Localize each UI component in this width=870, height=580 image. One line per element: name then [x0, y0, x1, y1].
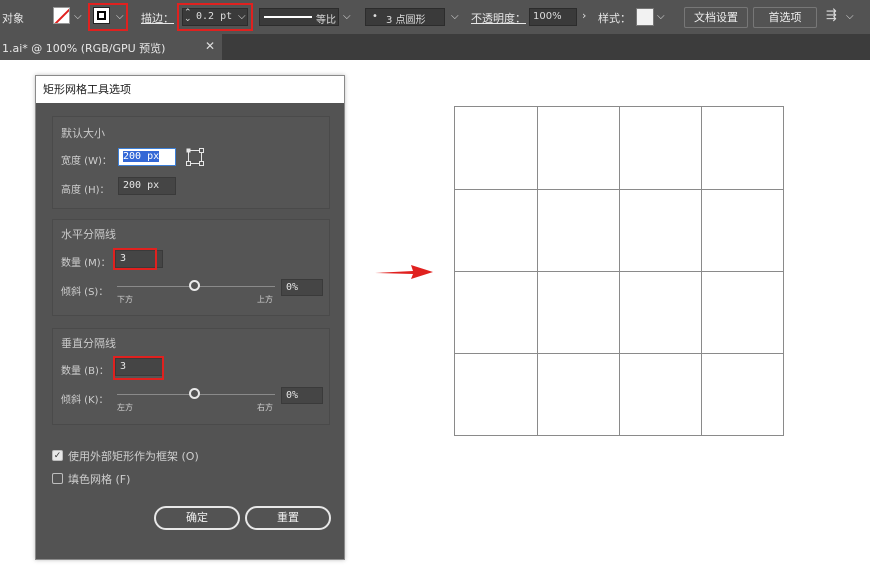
none-fill-icon [54, 8, 69, 23]
stroke-swatch[interactable] [93, 7, 110, 24]
horizontal-skew-field[interactable]: 0% [281, 279, 323, 296]
document-setup-button[interactable]: 文档设置 [684, 7, 748, 28]
stroke-weight-value: 0.2 pt [196, 11, 233, 22]
vertical-skew-field[interactable]: 0% [281, 387, 323, 404]
width-label: 宽度 (W)： [61, 156, 112, 167]
style-label: 样式： [598, 12, 631, 25]
vertical-skew-label: 倾斜 (K)： [61, 395, 109, 406]
horizontal-number-highlight-box [113, 248, 157, 270]
height-value: 200 px [123, 180, 160, 191]
stroke-chevron-down-icon[interactable]: ⌵ [116, 11, 124, 22]
document-tab-title: 1.ai* @ 100% (RGB/GPU 预览) [2, 42, 166, 55]
width-profile-dropdown[interactable]: 等比 [259, 8, 339, 26]
stroke-label[interactable]: 描边： [141, 10, 174, 26]
dialog-title: 矩形网格工具选项 [36, 76, 344, 103]
default-size-section-label: 默认大小 [61, 127, 105, 140]
brush-dropdown[interactable]: • 3 点圆形 [365, 8, 445, 26]
horizontal-number-label: 数量 (M)： [61, 258, 111, 269]
fill-grid-checkbox[interactable] [52, 473, 63, 484]
horizontal-skew-max-label: 上方 [257, 295, 273, 304]
opacity-label[interactable]: 不透明度： [471, 10, 526, 26]
fill-chevron-down-icon[interactable]: ⌵ [74, 11, 82, 22]
height-label: 高度 (H)： [61, 185, 110, 196]
vertical-number-highlight-box [113, 356, 164, 380]
rectangular-grid-artwork[interactable] [454, 106, 784, 436]
use-outside-rect-label[interactable]: 使用外部矩形作为框架 (O) [68, 448, 199, 464]
opacity-field[interactable]: 100% [529, 8, 577, 26]
width-value: 200 px [123, 151, 160, 162]
brush-chevron-down-icon[interactable]: ⌵ [451, 11, 459, 22]
checkmark-icon: ✓ [53, 451, 62, 461]
width-field[interactable]: 200 px [118, 148, 176, 166]
stroke-weight-chevron-down-icon[interactable]: ⌵ [238, 11, 246, 22]
fill-grid-label[interactable]: 填色网格 (F) [68, 471, 130, 487]
vertical-number-label: 数量 (B)： [61, 366, 109, 377]
red-arrow-icon [375, 265, 433, 279]
horizontal-dividers-panel: 水平分隔线 数量 (M)： 3 倾斜 (S)： 下方 上方 0% [52, 219, 330, 316]
height-field[interactable]: 200 px [118, 177, 176, 195]
preferences-button[interactable]: 首选项 [753, 7, 817, 28]
ok-button[interactable]: 确定 [154, 506, 240, 530]
grid-horizontal-divider [455, 189, 783, 190]
rectangular-grid-options-dialog: 矩形网格工具选项 默认大小 宽度 (W)： 200 px 高度 (H)： 200… [35, 75, 345, 560]
style-chevron-down-icon[interactable]: ⌵ [657, 11, 665, 22]
grid-horizontal-divider [455, 271, 783, 272]
brush-label: 3 点圆形 [386, 15, 426, 26]
arrange-chevron-down-icon[interactable]: ⌵ [846, 11, 854, 22]
brush-dot-icon: • [372, 11, 378, 22]
vertical-dividers-section-label: 垂直分隔线 [61, 337, 116, 350]
profile-chevron-down-icon[interactable]: ⌵ [343, 11, 351, 22]
opacity-chevron-right-icon[interactable]: › [582, 9, 586, 22]
vertical-dividers-panel: 垂直分隔线 数量 (B)： 3 倾斜 (K)： 左方 右方 0% [52, 328, 330, 425]
control-bar: 对象 ⌵ ⌵ 描边： ⌃ ⌄ 0.2 pt ⌵ 等比 ⌵ • 3 点圆形 ⌵ 不… [0, 0, 870, 34]
use-outside-rect-checkbox[interactable]: ✓ [52, 450, 63, 461]
vertical-skew-min-label: 左方 [117, 403, 133, 412]
arrange-documents-icon[interactable]: ⇶ [826, 8, 837, 23]
close-tab-icon[interactable]: ✕ [205, 39, 215, 53]
horizontal-skew-slider-thumb[interactable] [189, 280, 200, 291]
stepper-down-icon[interactable]: ⌄ [184, 14, 192, 24]
reset-button[interactable]: 重置 [245, 506, 331, 530]
grid-horizontal-divider [455, 353, 783, 354]
default-size-panel: 默认大小 宽度 (W)： 200 px 高度 (H)： 200 px [52, 116, 330, 209]
object-label: 对象 [2, 12, 24, 25]
horizontal-skew-value: 0% [286, 282, 299, 293]
vertical-skew-max-label: 右方 [257, 403, 273, 412]
profile-label: 等比 [316, 15, 336, 26]
profile-line-icon [264, 16, 312, 18]
style-swatch[interactable] [636, 8, 654, 26]
anchor-point-icon[interactable] [186, 148, 204, 166]
vertical-skew-value: 0% [286, 390, 299, 401]
stroke-square-icon [97, 11, 106, 20]
horizontal-dividers-section-label: 水平分隔线 [61, 228, 116, 241]
horizontal-skew-min-label: 下方 [117, 295, 133, 304]
opacity-value: 100% [533, 11, 562, 22]
document-tab[interactable]: 1.ai* @ 100% (RGB/GPU 预览) ✕ [0, 34, 222, 60]
fill-swatch[interactable] [53, 7, 70, 24]
stroke-weight-field[interactable]: ⌃ ⌄ 0.2 pt ⌵ [182, 8, 248, 26]
horizontal-skew-label: 倾斜 (S)： [61, 287, 109, 298]
vertical-skew-slider-thumb[interactable] [189, 388, 200, 399]
